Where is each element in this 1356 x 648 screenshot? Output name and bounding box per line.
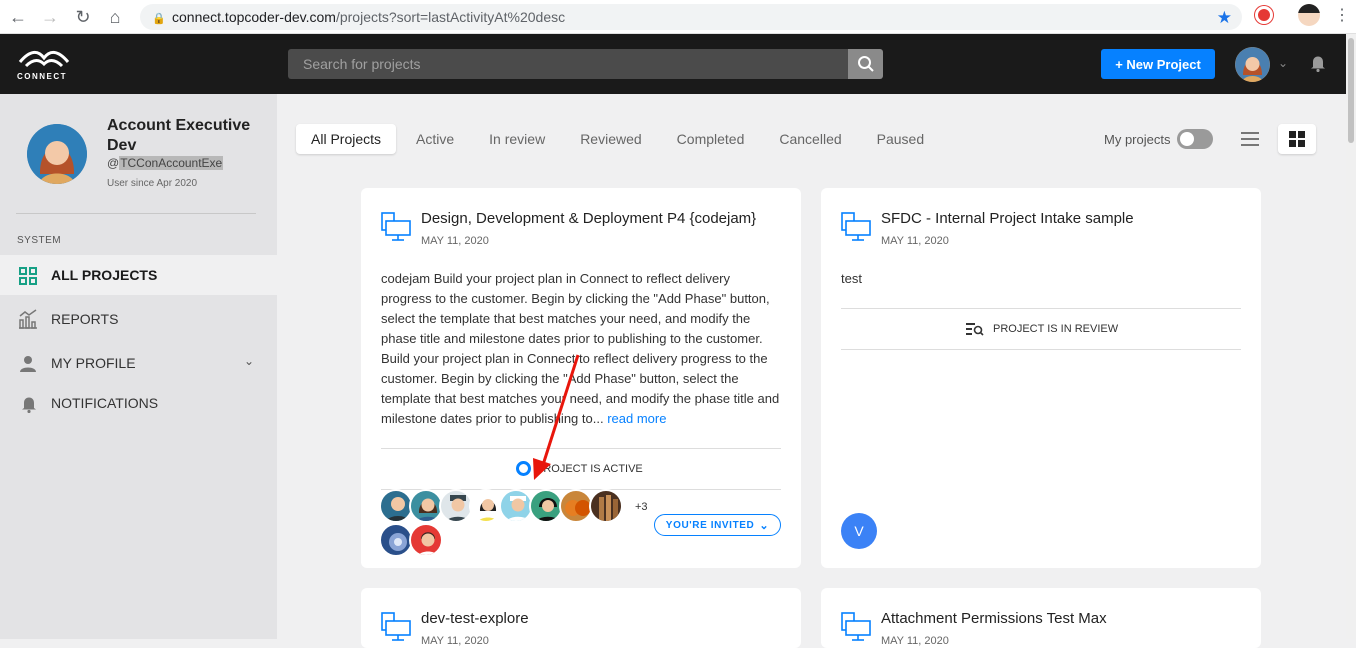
url-path: /projects?sort=lastActivityAt%20desc (335, 9, 566, 25)
address-bar[interactable]: 🔒 connect.topcoder-dev.com/projects?sort… (140, 4, 1242, 30)
project-date: MAY 11, 2020 (881, 635, 949, 647)
tab-all-projects[interactable]: All Projects (296, 124, 397, 154)
logo-text: CONNECT (17, 72, 68, 81)
chevron-down-icon[interactable]: ⌄ (244, 354, 254, 368)
page-scrollbar[interactable] (1346, 34, 1356, 639)
notification-bell-icon[interactable] (1310, 54, 1326, 72)
desktop-icon (841, 612, 871, 641)
project-card[interactable]: dev-test-explore MAY 11, 2020 (361, 588, 801, 648)
extra-members-count: +3 (635, 501, 648, 513)
project-card[interactable]: Attachment Permissions Test Max MAY 11, … (821, 588, 1261, 648)
card-divider (841, 349, 1241, 350)
back-icon[interactable]: ← (2, 0, 34, 34)
tab-reviewed[interactable]: Reviewed (565, 124, 656, 154)
handle-at: @ (107, 156, 120, 170)
project-status: PROJECT IS IN REVIEW (966, 322, 1118, 336)
my-projects-toggle[interactable] (1177, 129, 1213, 149)
browser-toolbar: ← → ↻ ⌂ 🔒 connect.topcoder-dev.com/proje… (0, 0, 1356, 34)
sidebar-item-reports[interactable]: REPORTS (0, 299, 277, 339)
project-date: MAY 11, 2020 (881, 235, 949, 247)
user-avatar[interactable] (1235, 47, 1270, 82)
search-icon (857, 56, 874, 72)
chart-icon (19, 309, 37, 329)
sidebar-item-label: ALL PROJECTS (51, 267, 158, 283)
member-avatar[interactable] (409, 523, 443, 557)
home-icon[interactable]: ⌂ (99, 0, 131, 34)
member-avatar[interactable] (439, 489, 473, 523)
reload-icon[interactable]: ↻ (67, 0, 99, 34)
sidebar-item-label: MY PROFILE (51, 355, 136, 371)
sidebar-item-label: REPORTS (51, 311, 119, 327)
desktop-icon (381, 612, 411, 641)
read-more-link[interactable]: read more (607, 411, 666, 426)
grid-icon (19, 267, 37, 285)
sidebar-item-all-projects[interactable]: ALL PROJECTS (0, 255, 277, 295)
lock-icon: 🔒 (152, 13, 166, 25)
profile-handle: @TCConAccountExe (107, 156, 224, 170)
annotation-arrow (533, 354, 580, 480)
project-description: test (841, 271, 862, 286)
tab-completed[interactable]: Completed (662, 124, 760, 154)
bell-icon (22, 397, 36, 413)
member-avatar[interactable]: V (841, 513, 877, 549)
scrollbar-thumb[interactable] (1348, 38, 1354, 143)
user-icon (20, 356, 36, 372)
app-header: CONNECT Search for projects + New Projec… (0, 34, 1346, 94)
sidebar-item-label: NOTIFICATIONS (51, 395, 159, 411)
status-text: PROJECT IS IN REVIEW (993, 323, 1119, 335)
member-avatar[interactable] (379, 523, 413, 557)
member-avatar[interactable] (499, 489, 533, 523)
browser-menu-icon[interactable]: ⋮ (1334, 6, 1350, 26)
project-title[interactable]: Design, Development & Deployment P4 {cod… (421, 210, 756, 227)
tab-cancelled[interactable]: Cancelled (764, 124, 856, 154)
project-date: MAY 11, 2020 (421, 635, 489, 647)
browser-profile-avatar[interactable] (1298, 4, 1320, 26)
sidebar-divider (16, 213, 256, 214)
profile-avatar[interactable] (27, 124, 87, 184)
member-avatar[interactable] (529, 489, 563, 523)
desktop-icon (841, 212, 871, 241)
search-input[interactable]: Search for projects (288, 49, 848, 79)
tab-paused[interactable]: Paused (862, 124, 939, 154)
new-project-button[interactable]: + New Project (1101, 49, 1215, 79)
card-divider (841, 308, 1241, 309)
bookmark-star-icon[interactable]: ★ (1217, 8, 1232, 28)
section-label: SYSTEM (17, 235, 62, 246)
project-card[interactable]: SFDC - Internal Project Intake sample MA… (821, 188, 1261, 568)
review-status-icon (966, 323, 984, 336)
member-avatar[interactable] (469, 489, 503, 523)
tab-active[interactable]: Active (401, 124, 469, 154)
search-button[interactable] (848, 49, 883, 79)
sidebar-item-my-profile[interactable]: MY PROFILE ⌄ (0, 343, 277, 383)
project-date: MAY 11, 2020 (421, 235, 489, 247)
desktop-icon (381, 212, 411, 241)
forward-icon[interactable]: → (34, 0, 66, 34)
grid-view-icon (1289, 131, 1305, 147)
list-view-icon[interactable] (1241, 131, 1259, 147)
project-filter-tabs: All Projects Active In review Reviewed C… (296, 124, 944, 154)
tab-in-review[interactable]: In review (474, 124, 560, 154)
project-title[interactable]: SFDC - Internal Project Intake sample (881, 210, 1134, 227)
handle-text: TCConAccountExe (119, 156, 224, 170)
project-title[interactable]: dev-test-explore (421, 610, 529, 627)
sidebar-item-notifications[interactable]: NOTIFICATIONS (0, 383, 277, 423)
member-avatar[interactable] (559, 489, 593, 523)
sidebar: Account Executive Dev @TCConAccountExe U… (0, 94, 277, 639)
youre-invited-dropdown[interactable]: YOU'RE INVITED ⌄ (654, 514, 781, 536)
project-title[interactable]: Attachment Permissions Test Max (881, 610, 1107, 627)
member-avatar[interactable] (409, 489, 443, 523)
user-since: User since Apr 2020 (107, 178, 198, 189)
member-avatar[interactable] (589, 489, 623, 523)
member-avatar[interactable] (379, 489, 413, 523)
extension-icon[interactable] (1255, 6, 1273, 24)
profile-name: Account Executive Dev (107, 117, 251, 154)
invite-label: YOU'RE INVITED (665, 519, 755, 531)
chevron-down-icon[interactable]: ⌄ (1278, 56, 1288, 70)
chevron-down-icon: ⌄ (759, 519, 770, 532)
url-host: connect.topcoder-dev.com (172, 9, 336, 25)
grid-view-button[interactable] (1278, 124, 1316, 154)
my-projects-label: My projects (1104, 132, 1171, 147)
